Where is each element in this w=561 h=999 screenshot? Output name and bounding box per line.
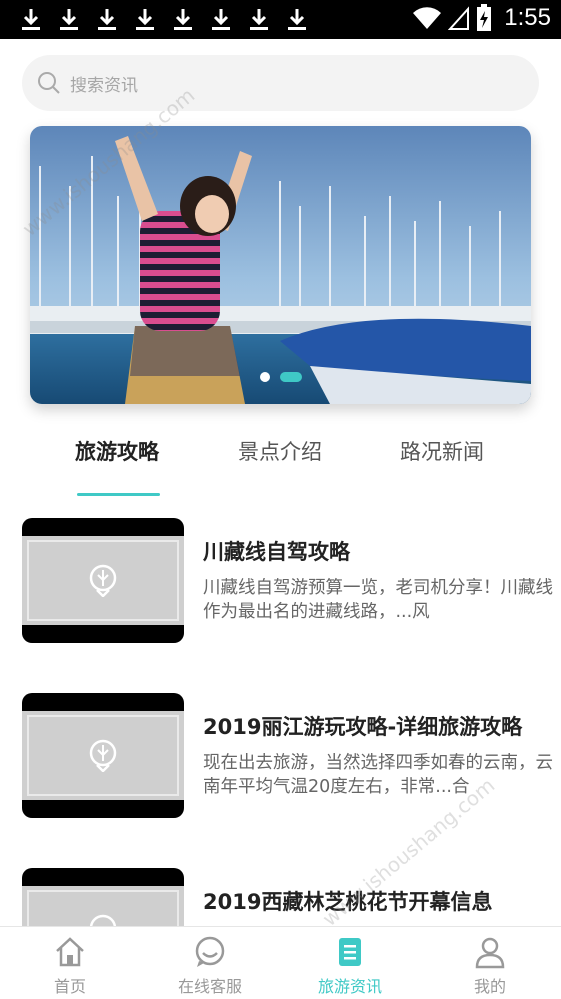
tab-road-news[interactable]: 路况新闻 [400, 436, 484, 466]
status-bar: 1:55 [0, 0, 561, 39]
search-bar[interactable]: 搜索资讯 [22, 55, 539, 111]
status-time: 1:55 [504, 4, 551, 31]
nav-label: 我的 [473, 977, 506, 996]
search-icon [38, 72, 60, 94]
placeholder-image-icon [89, 914, 117, 926]
placeholder-image-icon [89, 739, 117, 772]
tab-indicator [77, 493, 160, 496]
document-icon [339, 938, 361, 966]
system-status: 1:55 [412, 4, 551, 32]
signal-icon [448, 6, 470, 30]
download-icon [250, 9, 268, 30]
download-icon [98, 9, 116, 30]
download-notifications [18, 6, 310, 32]
nav-home[interactable]: 首页 [0, 927, 140, 999]
download-icon [212, 9, 230, 30]
article-title: 川藏线自驾攻略 [203, 540, 350, 564]
nav-label: 旅游资讯 [317, 977, 382, 996]
article-title: 2019丽江游玩攻略-详细旅游攻略 [203, 715, 523, 739]
nav-label: 在线客服 [177, 977, 242, 996]
download-icon [174, 9, 192, 30]
user-icon [475, 937, 505, 969]
download-icon [60, 9, 78, 30]
article-desc: 川藏线自驾游预算一览，老司机分享！川藏线作为最出名的进藏线路，...风 [203, 578, 553, 622]
nav-customer-service[interactable]: 在线客服 [140, 927, 280, 999]
article-thumbnail [22, 518, 184, 643]
nav-label: 首页 [53, 977, 86, 996]
download-icon [22, 9, 40, 30]
tab-travel-guide[interactable]: 旅游攻略 [75, 436, 159, 466]
article-thumbnail [22, 868, 184, 926]
list-item[interactable]: 2019丽江游玩攻略-详细旅游攻略 现在出去旅游，当然选择四季如春的云南，云南年… [22, 693, 561, 818]
category-tabs: 旅游攻略 景点介绍 路况新闻 [0, 436, 561, 496]
carousel-indicator [30, 372, 531, 382]
carousel-dot[interactable] [259, 372, 270, 382]
nav-profile[interactable]: 我的 [420, 927, 560, 999]
article-thumbnail [22, 693, 184, 818]
list-item[interactable]: 川藏线自驾攻略 川藏线自驾游预算一览，老司机分享！川藏线作为最出名的进藏线路，.… [22, 518, 561, 643]
download-icon [136, 9, 154, 30]
article-title: 2019西藏林芝桃花节开幕信息 [203, 890, 493, 914]
banner-carousel[interactable] [30, 126, 531, 404]
carousel-dot-active[interactable] [279, 372, 302, 382]
bottom-nav: 首页 在线客服 旅游资讯 我的 [0, 926, 561, 999]
nav-travel-news[interactable]: 旅游资讯 [280, 927, 420, 999]
list-item[interactable]: 2019西藏林芝桃花节开幕信息 [22, 868, 561, 926]
search-input[interactable]: 搜索资讯 [70, 71, 138, 96]
banner-image [30, 126, 531, 404]
wifi-icon [413, 7, 442, 29]
tab-attractions[interactable]: 景点介绍 [238, 436, 322, 466]
battery-icon [477, 4, 492, 31]
chat-icon [195, 936, 225, 967]
article-desc: 现在出去旅游，当然选择四季如春的云南，云南年平均气温20度左右，非常...合 [203, 753, 553, 797]
placeholder-image-icon [89, 564, 117, 597]
home-icon [56, 937, 84, 967]
download-icon [288, 9, 306, 30]
